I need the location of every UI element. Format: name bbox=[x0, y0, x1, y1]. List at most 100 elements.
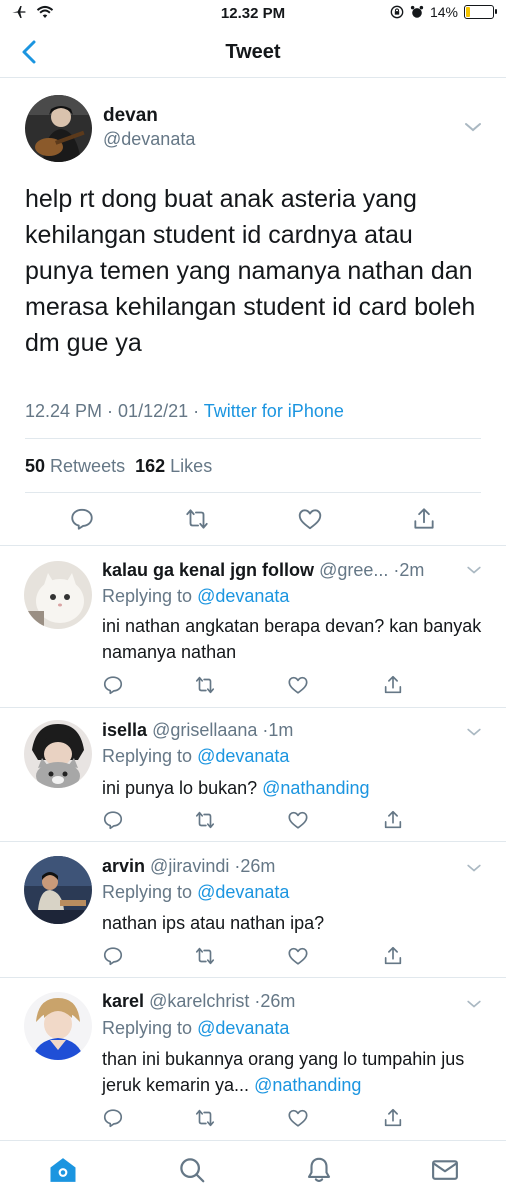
like-button[interactable] bbox=[287, 809, 309, 831]
reply-icon bbox=[103, 1109, 123, 1128]
retweet-button[interactable] bbox=[194, 945, 216, 967]
replying-to-mention[interactable]: @devanata bbox=[197, 746, 289, 766]
reply-item[interactable]: kalau ga kenal jgn follow @gree... ·2m R… bbox=[0, 546, 506, 708]
reply-author-handle[interactable]: @karelchrist bbox=[149, 991, 249, 1011]
like-button[interactable] bbox=[287, 674, 309, 696]
reply-icon bbox=[103, 676, 123, 695]
reply-time: ·1m bbox=[262, 720, 294, 740]
share-icon bbox=[384, 675, 402, 694]
like-button[interactable] bbox=[287, 1107, 309, 1129]
reply-text: than ini bukannya orang yang lo tumpahin… bbox=[102, 1046, 482, 1098]
reply-mention[interactable]: @nathanding bbox=[262, 778, 369, 798]
replying-to-mention[interactable]: @devanata bbox=[197, 882, 289, 902]
reply-author-handle[interactable]: @gree... bbox=[319, 560, 388, 580]
reply-author-name[interactable]: isella bbox=[102, 720, 147, 740]
likes-stat[interactable]: 162 Likes bbox=[135, 456, 212, 476]
retweet-button[interactable] bbox=[194, 809, 216, 831]
reply-item[interactable]: karel @karelchrist ·26m Replying to @dev… bbox=[0, 978, 506, 1140]
likes-count: 162 bbox=[135, 456, 166, 476]
tweet-source-link[interactable]: Twitter for iPhone bbox=[204, 401, 344, 421]
tweet-time: 12.24 PM bbox=[25, 401, 103, 421]
alarm-icon bbox=[410, 5, 424, 18]
share-button[interactable] bbox=[411, 506, 437, 532]
replying-label: Replying to bbox=[102, 882, 193, 902]
reply-text: nathan ips atau nathan ipa? bbox=[102, 910, 482, 936]
tweet-options-button[interactable] bbox=[464, 120, 482, 138]
reply-options-button[interactable] bbox=[466, 562, 482, 580]
battery-percent: 14% bbox=[429, 4, 458, 20]
retweets-count: 50 bbox=[25, 456, 46, 476]
avatar[interactable] bbox=[24, 856, 92, 924]
replying-to-mention[interactable]: @devanata bbox=[197, 1018, 289, 1038]
retweet-button[interactable] bbox=[194, 1107, 216, 1129]
chevron-down-icon bbox=[467, 728, 481, 736]
meta-separator: · bbox=[188, 401, 204, 421]
retweet-button[interactable] bbox=[184, 506, 210, 532]
reply-button[interactable] bbox=[102, 945, 124, 967]
replying-label: Replying to bbox=[102, 746, 193, 766]
tweet-stats: 50 Retweets 162 Likes bbox=[25, 456, 212, 477]
like-button[interactable] bbox=[287, 945, 309, 967]
avatar[interactable] bbox=[25, 95, 92, 162]
share-button[interactable] bbox=[382, 945, 404, 967]
likes-label: Likes bbox=[170, 456, 213, 476]
reply-author-name[interactable]: arvin bbox=[102, 856, 145, 876]
tab-home[interactable] bbox=[48, 1155, 78, 1185]
share-icon bbox=[384, 946, 402, 965]
reply-text: ini nathan angkatan berapa devan? kan ba… bbox=[102, 613, 482, 665]
reply-button[interactable] bbox=[102, 674, 124, 696]
reply-item[interactable]: isella @grisellaana ·1m Replying to @dev… bbox=[0, 708, 506, 842]
reply-options-button[interactable] bbox=[466, 860, 482, 878]
tab-messages[interactable] bbox=[430, 1155, 460, 1185]
status-bar: 12.32 PM 14% bbox=[0, 0, 506, 28]
battery-level bbox=[466, 7, 470, 17]
avatar[interactable] bbox=[24, 720, 92, 788]
heart-icon bbox=[298, 509, 322, 530]
author-handle[interactable]: @devanata bbox=[103, 129, 195, 150]
retweets-stat[interactable]: 50 Retweets bbox=[25, 456, 125, 476]
reply-body: ini nathan angkatan berapa devan? kan ba… bbox=[102, 616, 482, 662]
reply-actions bbox=[0, 809, 506, 831]
chevron-down-icon bbox=[467, 1000, 481, 1008]
reply-actions bbox=[0, 674, 506, 696]
reply-text: ini punya lo bukan? @nathanding bbox=[102, 775, 482, 801]
retweet-button[interactable] bbox=[194, 674, 216, 696]
reply-author-handle[interactable]: @grisellaana bbox=[152, 720, 257, 740]
reply-author-name[interactable]: kalau ga kenal jgn follow bbox=[102, 560, 314, 580]
reply-icon bbox=[103, 811, 123, 830]
tab-bar bbox=[0, 1140, 506, 1200]
reply-button[interactable] bbox=[102, 809, 124, 831]
avatar[interactable] bbox=[24, 561, 92, 629]
reply-mention[interactable]: @nathanding bbox=[254, 1075, 361, 1095]
replying-label: Replying to bbox=[102, 586, 193, 606]
chevron-down-icon bbox=[467, 566, 481, 574]
replying-to: Replying to @devanata bbox=[102, 882, 289, 903]
reply-actions bbox=[0, 1107, 506, 1129]
reply-item[interactable]: arvin @jiravindi ·26m Replying to @devan… bbox=[0, 842, 506, 978]
tab-notifications[interactable] bbox=[304, 1155, 334, 1185]
like-button[interactable] bbox=[297, 506, 323, 532]
share-button[interactable] bbox=[382, 674, 404, 696]
reply-body: ini punya lo bukan? bbox=[102, 778, 258, 798]
reply-options-button[interactable] bbox=[466, 996, 482, 1014]
avatar[interactable] bbox=[24, 992, 92, 1060]
replying-to: Replying to @devanata bbox=[102, 1018, 289, 1039]
reply-button[interactable] bbox=[69, 506, 95, 532]
share-button[interactable] bbox=[382, 809, 404, 831]
reply-button[interactable] bbox=[102, 1107, 124, 1129]
reply-actions bbox=[0, 945, 506, 967]
replying-to-mention[interactable]: @devanata bbox=[197, 586, 289, 606]
divider bbox=[25, 492, 481, 493]
reply-time: ·26m bbox=[234, 856, 276, 876]
notifications-icon bbox=[307, 1157, 331, 1182]
home-icon bbox=[50, 1158, 76, 1182]
author-name[interactable]: devan bbox=[103, 105, 158, 127]
divider bbox=[25, 438, 481, 439]
reply-author-handle[interactable]: @jiravindi bbox=[150, 856, 229, 876]
share-button[interactable] bbox=[382, 1107, 404, 1129]
reply-author-name[interactable]: karel bbox=[102, 991, 144, 1011]
replying-label: Replying to bbox=[102, 1018, 193, 1038]
share-icon bbox=[414, 508, 434, 529]
reply-options-button[interactable] bbox=[466, 724, 482, 742]
tab-search[interactable] bbox=[177, 1155, 207, 1185]
